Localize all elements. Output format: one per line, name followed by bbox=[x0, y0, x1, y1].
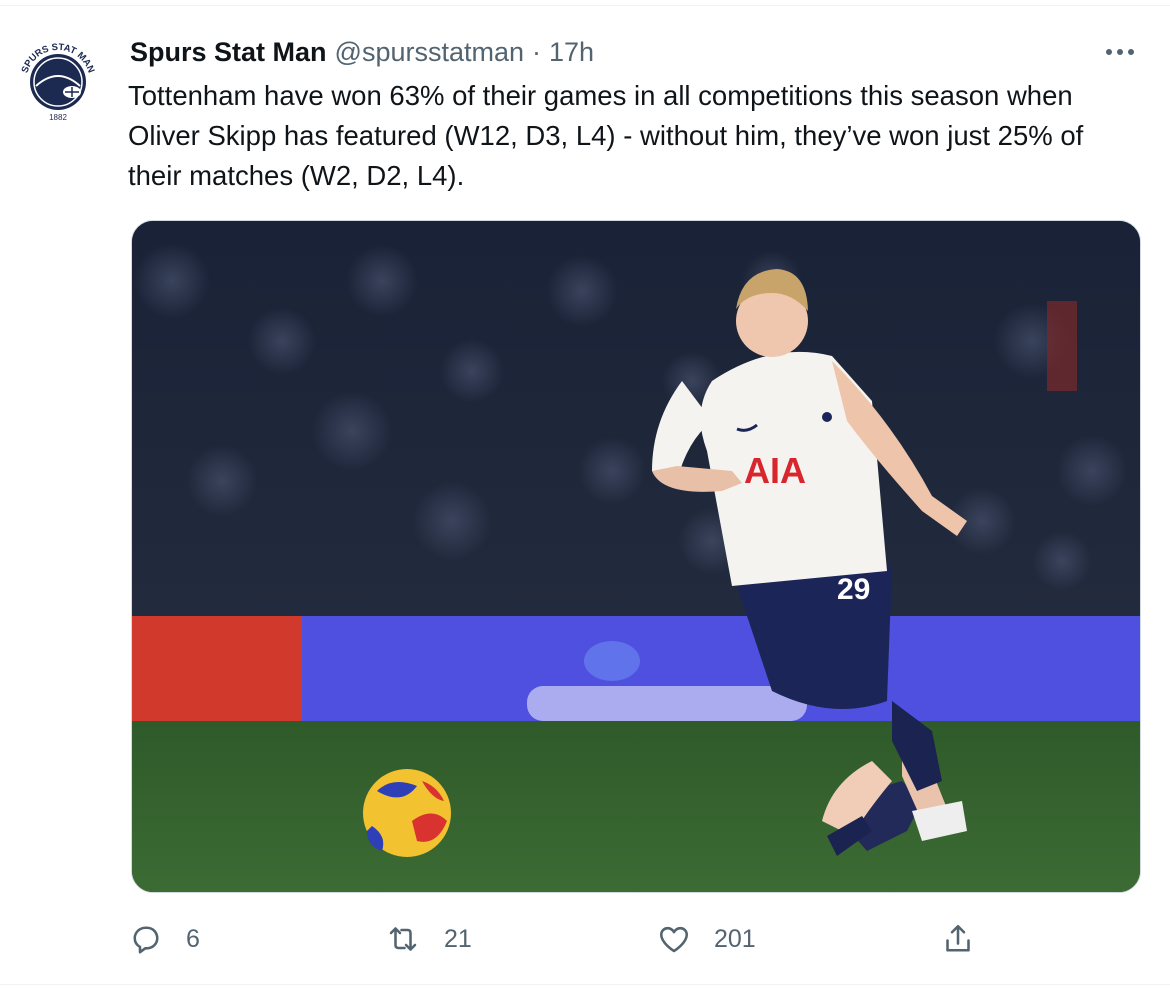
reply-count: 6 bbox=[186, 924, 200, 953]
tweet-text: Tottenham have won 63% of their games in… bbox=[128, 80, 1084, 191]
retweet-icon bbox=[389, 927, 417, 951]
user-handle[interactable]: @spursstatman bbox=[335, 37, 524, 68]
separator-dot: · bbox=[532, 36, 542, 67]
bottom-divider bbox=[0, 984, 1170, 985]
tweet-photo[interactable]: AIA 29 bbox=[131, 220, 1141, 893]
share-button[interactable] bbox=[940, 916, 976, 962]
more-icon bbox=[1106, 49, 1112, 55]
avatar[interactable]: SPURS STAT MAN 1882 bbox=[14, 36, 102, 124]
football bbox=[363, 769, 451, 857]
heart-icon bbox=[659, 926, 689, 953]
tweet-actions: 6 21 201 bbox=[128, 916, 1128, 962]
retweet-button[interactable]: 21 bbox=[384, 916, 472, 962]
football-player-photo: AIA 29 bbox=[132, 221, 1140, 892]
like-count: 201 bbox=[714, 924, 756, 953]
share-icon bbox=[946, 924, 970, 952]
timestamp[interactable]: 17h bbox=[549, 37, 594, 68]
logo-year: 1882 bbox=[49, 113, 67, 122]
display-name[interactable]: Spurs Stat Man bbox=[130, 37, 327, 68]
shirt-number: 29 bbox=[837, 573, 870, 606]
reply-icon bbox=[133, 926, 159, 954]
tweet-header: Spurs Stat Man @spursstatman · 17h bbox=[130, 34, 594, 70]
shirt-sponsor: AIA bbox=[744, 450, 806, 491]
like-button[interactable]: 201 bbox=[656, 916, 756, 962]
reply-button[interactable]: 6 bbox=[128, 916, 200, 962]
more-options-button[interactable] bbox=[1098, 38, 1142, 66]
retweet-count: 21 bbox=[444, 924, 472, 953]
spurs-stat-man-logo: SPURS STAT MAN 1882 bbox=[20, 42, 97, 122]
top-divider bbox=[0, 0, 1170, 6]
